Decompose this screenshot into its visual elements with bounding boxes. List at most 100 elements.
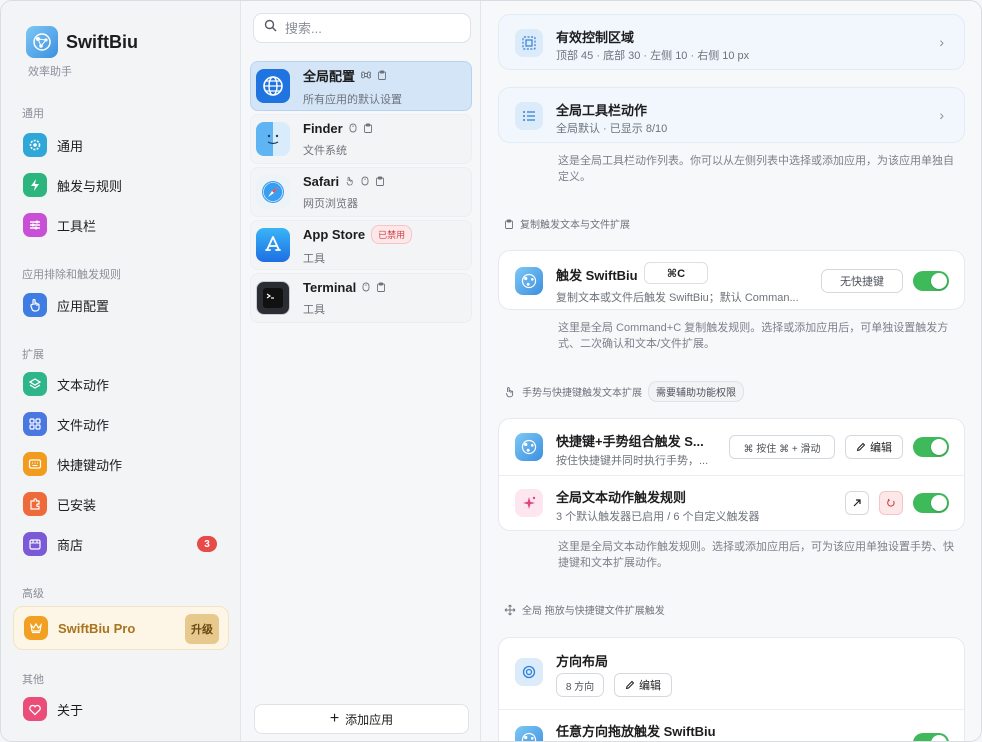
app-row-terminal[interactable]: Terminal 工具 bbox=[250, 273, 472, 323]
app-row-safari[interactable]: Safari 网页浏览器 bbox=[250, 167, 472, 217]
sidebar-item-pro[interactable]: SwiftBiu Pro 升级 bbox=[13, 606, 229, 650]
row-divider bbox=[499, 709, 964, 710]
app-row-finder[interactable]: Finder 文件系统 bbox=[250, 114, 472, 164]
sidebar-item-shortcut-actions[interactable]: 快捷键动作 bbox=[13, 446, 229, 482]
hand-icon bbox=[504, 386, 516, 398]
gear-icon bbox=[23, 133, 47, 157]
pencil-icon bbox=[625, 680, 635, 690]
keyboard-icon bbox=[23, 452, 47, 476]
frame-icon bbox=[515, 29, 543, 57]
app-name-label: App Store bbox=[303, 226, 366, 242]
gesture-combo-sub: 按住快捷键并同时执行手势，... bbox=[556, 455, 709, 467]
store-icon bbox=[23, 532, 47, 556]
effective-area-card[interactable]: 有效控制区域 顶部 45 · 底部 30 · 左侧 10 · 右侧 10 px … bbox=[498, 14, 965, 70]
app-sub-label: 所有应用的默认设置 bbox=[303, 93, 402, 106]
upgrade-button[interactable]: 升级 bbox=[185, 614, 219, 644]
any-direction-toggle[interactable] bbox=[913, 733, 949, 741]
add-app-label: 添加应用 bbox=[345, 712, 394, 727]
gesture-combo-toggle[interactable] bbox=[913, 437, 949, 457]
app-row-appstore[interactable]: App Store 已禁用 工具 bbox=[250, 220, 472, 270]
toolbar-actions-card[interactable]: 全局工具栏动作 全局默认 · 已显示 8/10 › bbox=[498, 87, 965, 143]
sidebar-item-triggers[interactable]: 触发与规则 bbox=[13, 167, 229, 203]
drag-section-title: 全局 拖放与快捷键文件扩展触发 bbox=[522, 606, 665, 617]
search-box[interactable] bbox=[253, 13, 471, 43]
app-subtitle: 效率助手 bbox=[28, 66, 72, 78]
sidebar-item-label: 触发与规则 bbox=[57, 178, 123, 194]
app-logo-icon bbox=[515, 267, 543, 295]
app-window: SwiftBiu 效率助手 通用 通用 触发与规则 工具栏 应用排除和触发规则 bbox=[0, 0, 982, 742]
clipboard-icon bbox=[376, 282, 386, 292]
heart-icon bbox=[23, 697, 47, 721]
gesture-edit-button[interactable]: 编辑 bbox=[845, 435, 903, 459]
app-name-label: Terminal bbox=[303, 279, 357, 295]
app-row-global[interactable]: 全局配置 所有应用的默认设置 bbox=[250, 61, 472, 111]
command-key-icon bbox=[361, 70, 371, 80]
shortcut-recorder[interactable]: ⌘C bbox=[644, 262, 708, 284]
direction-title: 方向布局 bbox=[556, 654, 609, 669]
drag-section-header: 全局 拖放与快捷键文件扩展触发 bbox=[504, 602, 665, 617]
sidebar-item-label: 通用 bbox=[57, 138, 84, 154]
text-rules-title: 全局文本动作触发规则 bbox=[556, 490, 687, 505]
accessibility-pill: 需要辅助功能权限 bbox=[648, 381, 744, 402]
trigger-card: 触发 SwiftBiu ⌘C 复制文本或文件后触发 SwiftBiu；默认 Co… bbox=[498, 250, 965, 310]
copy-section-header: 复制触发文本与文件扩展 bbox=[504, 216, 630, 231]
layers-icon bbox=[23, 372, 47, 396]
appstore-icon bbox=[256, 228, 290, 262]
app-sub-label: 网页浏览器 bbox=[303, 197, 358, 210]
trigger-sub: 复制文本或文件后触发 SwiftBiu；默认 Comman... bbox=[556, 292, 799, 304]
direction-edit-button[interactable]: 编辑 bbox=[614, 673, 672, 697]
app-logo-icon bbox=[515, 726, 543, 741]
add-app-button[interactable]: + 添加应用 bbox=[254, 704, 469, 734]
disabled-tag: 已禁用 bbox=[371, 224, 413, 244]
list-icon bbox=[515, 102, 543, 130]
trigger-title: 触发 SwiftBiu bbox=[556, 268, 638, 283]
effective-area-title: 有效控制区域 bbox=[556, 30, 635, 45]
sidebar-item-store[interactable]: 商店 3 bbox=[13, 526, 229, 562]
section-label-app-rules: 应用排除和触发规则 bbox=[22, 269, 121, 281]
sidebar-item-label: 关于 bbox=[57, 702, 84, 718]
row-divider bbox=[499, 475, 964, 476]
clipboard-icon bbox=[504, 219, 514, 229]
terminal-icon bbox=[256, 281, 290, 315]
sidebar-item-toolbar[interactable]: 工具栏 bbox=[13, 207, 229, 243]
section-label-general: 通用 bbox=[22, 108, 44, 120]
text-rules-toggle[interactable] bbox=[913, 493, 949, 513]
clipboard-icon bbox=[377, 70, 387, 80]
search-input[interactable] bbox=[285, 20, 455, 36]
sidebar-item-label: 文本动作 bbox=[57, 377, 110, 393]
puzzle-icon bbox=[23, 492, 47, 516]
sidebar-item-app-config[interactable]: 应用配置 bbox=[13, 287, 229, 323]
app-name: SwiftBiu bbox=[66, 31, 138, 52]
sidebar-item-text-actions[interactable]: 文本动作 bbox=[13, 366, 229, 402]
store-badge: 3 bbox=[197, 536, 217, 552]
open-external-button[interactable] bbox=[845, 491, 869, 515]
move-arrows-icon bbox=[504, 604, 516, 616]
finder-icon bbox=[256, 122, 290, 156]
sliders-icon bbox=[23, 213, 47, 237]
target-icon bbox=[515, 658, 543, 686]
direction-card: 方向布局 8 方向 编辑 任意方向拖放触发 SwiftBiu bbox=[498, 637, 965, 741]
reset-button[interactable] bbox=[879, 491, 903, 515]
toolbar-actions-title: 全局工具栏动作 bbox=[556, 103, 648, 118]
sparkle-icon bbox=[515, 489, 543, 517]
app-name-label: Finder bbox=[303, 120, 343, 136]
clipboard-icon bbox=[375, 176, 385, 186]
sidebar-item-about[interactable]: 关于 bbox=[13, 691, 229, 727]
effective-area-sub: 顶部 45 · 底部 30 · 左侧 10 · 右侧 10 px bbox=[556, 50, 750, 62]
no-shortcut-button[interactable]: 无快捷键 bbox=[821, 269, 903, 293]
gesture-rules-card: 快捷键+手势组合触发 S... 按住快捷键并同时执行手势，... ⌘ 按住 ⌘ … bbox=[498, 418, 965, 531]
app-sub-label: 工具 bbox=[303, 303, 325, 316]
hand-pointer-icon bbox=[23, 293, 47, 317]
section-label-other: 其他 bbox=[22, 674, 44, 686]
chevron-right-icon: › bbox=[939, 34, 944, 50]
trigger-toggle[interactable] bbox=[913, 271, 949, 291]
pro-label: SwiftBiu Pro bbox=[58, 620, 136, 636]
app-logo-icon bbox=[515, 433, 543, 461]
globe-icon bbox=[256, 69, 290, 103]
sidebar-item-file-actions[interactable]: 文件动作 bbox=[13, 406, 229, 442]
sidebar-item-installed[interactable]: 已安装 bbox=[13, 486, 229, 522]
toolbar-actions-sub: 全局默认 · 已显示 8/10 bbox=[556, 123, 668, 135]
sidebar-item-general[interactable]: 通用 bbox=[13, 127, 229, 163]
sidebar-item-label: 快捷键动作 bbox=[57, 457, 123, 473]
sidebar-item-label: 应用配置 bbox=[57, 298, 110, 314]
